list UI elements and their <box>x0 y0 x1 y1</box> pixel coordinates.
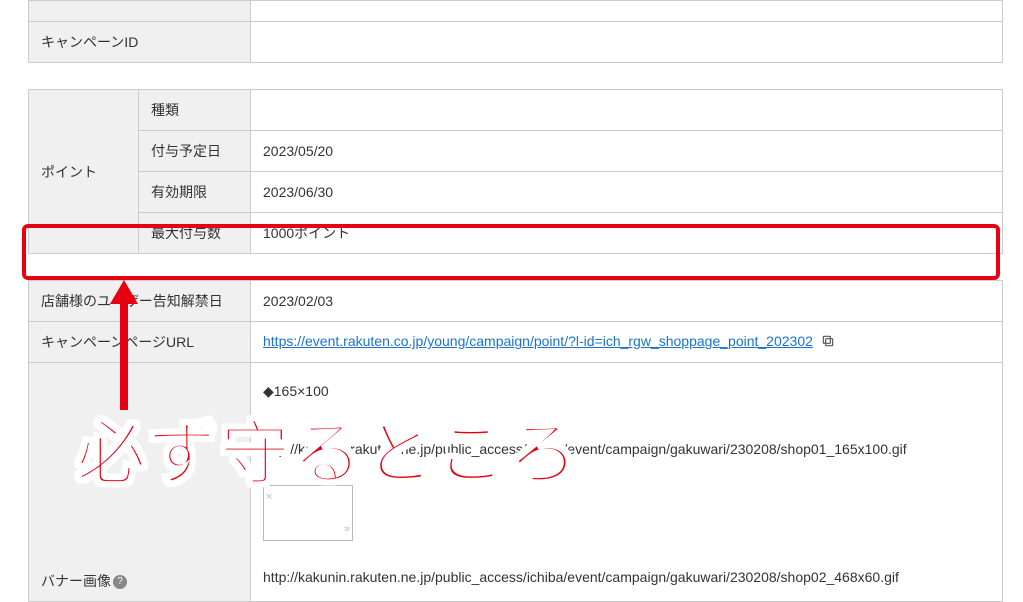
value-campaign-id <box>251 22 1003 63</box>
table-point-block: ポイント 種類 付与予定日 2023/05/20 有効期限 2023/06/30… <box>28 89 1003 254</box>
table-campaign-top: キャンペーンID <box>28 0 1003 63</box>
label-disclose-date: 店舗様のユーザー告知解禁日 <box>29 281 251 322</box>
row-banner: バナー画像? ◆165×100 http://kakunin.rakuten.n… <box>29 363 1003 602</box>
label-point-grantdate: 付与予定日 <box>139 131 251 172</box>
label-point-type: 種類 <box>139 90 251 131</box>
label-point-group: ポイント <box>29 90 139 254</box>
label-banner-text: バナー画像 <box>41 573 111 589</box>
value-point-max: 1000ポイント <box>251 213 1003 254</box>
label-point-expiry: 有効期限 <box>139 172 251 213</box>
label-banner: バナー画像? <box>29 363 251 602</box>
label-blank <box>29 1 251 22</box>
banner-img2-url: http://kakunin.rakuten.ne.jp/public_acce… <box>263 563 990 591</box>
value-point-expiry: 2023/06/30 <box>251 172 1003 213</box>
banner-size1: ◆165×100 <box>263 377 990 405</box>
banner-img1-url: http://kakunin.rakuten.ne.jp/public_acce… <box>263 435 990 463</box>
copy-icon[interactable] <box>821 334 835 351</box>
row-blank <box>29 1 1003 22</box>
value-point-type <box>251 90 1003 131</box>
value-campaign-url: https://event.rakuten.co.jp/young/campai… <box>251 322 1003 363</box>
row-campaign-url: キャンペーンページURL https://event.rakuten.co.jp… <box>29 322 1003 363</box>
value-disclose-date: 2023/02/03 <box>251 281 1003 322</box>
help-icon[interactable]: ? <box>113 575 127 589</box>
campaign-url-link[interactable]: https://event.rakuten.co.jp/young/campai… <box>263 333 813 349</box>
table-detail-block: 店舗様のユーザー告知解禁日 2023/02/03 キャンペーンページURL ht… <box>28 280 1003 602</box>
value-banner: ◆165×100 http://kakunin.rakuten.ne.jp/pu… <box>251 363 1003 602</box>
label-campaign-id: キャンペーンID <box>29 22 251 63</box>
value-blank <box>251 1 1003 22</box>
value-point-grantdate: 2023/05/20 <box>251 131 1003 172</box>
row-disclose-date: 店舗様のユーザー告知解禁日 2023/02/03 <box>29 281 1003 322</box>
label-point-max: 最大付与数 <box>139 213 251 254</box>
banner-thumb-placeholder: ×» <box>263 485 353 541</box>
label-campaign-url: キャンペーンページURL <box>29 322 251 363</box>
row-campaign-id: キャンペーンID <box>29 22 1003 63</box>
